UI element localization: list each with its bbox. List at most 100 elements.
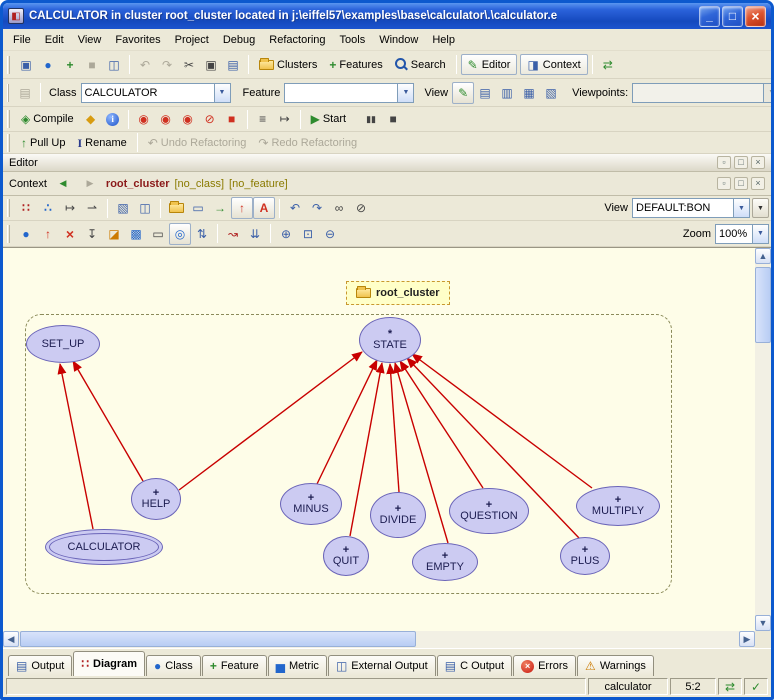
cut-button[interactable]: ✂ [178, 54, 200, 76]
zoom-input[interactable] [716, 225, 752, 243]
export-diagram-button[interactable]: ◫ [134, 197, 156, 219]
diagram-view-dropdown-icon[interactable]: ▼ [733, 199, 749, 217]
close-panel-button[interactable]: × [751, 156, 765, 169]
diagram-node-state[interactable]: * STATE [359, 317, 421, 363]
goto-breakpoint-button[interactable]: ↦ [274, 108, 296, 130]
menu-project[interactable]: Project [168, 31, 216, 49]
feature-combobox[interactable]: ▼ [284, 83, 414, 103]
view-editor-button[interactable]: ✎ [452, 82, 474, 104]
menu-refactoring[interactable]: Refactoring [262, 31, 332, 49]
window-pane-button[interactable]: ▭ [187, 197, 209, 219]
compile-button[interactable]: ◈ Compile [15, 108, 80, 130]
menu-file[interactable]: File [6, 31, 38, 49]
view-clickable-button[interactable]: ▧ [540, 82, 562, 104]
pause-button[interactable]: ▮▮ [360, 108, 382, 130]
clusters-button[interactable]: Clusters [253, 54, 323, 76]
paste-button[interactable]: ▤ [222, 54, 244, 76]
menu-tools[interactable]: Tools [333, 31, 373, 49]
vertical-scroll-thumb[interactable] [755, 267, 771, 343]
context-float-button[interactable]: ▫ [717, 177, 731, 190]
redo-button[interactable]: ↷ [156, 54, 178, 76]
tab-feature[interactable]: + Feature [202, 655, 267, 676]
diagram-view-combobox[interactable]: ▼ [632, 198, 750, 218]
history-button[interactable]: ⇊ [244, 223, 266, 245]
tab-output[interactable]: ▤ Output [8, 655, 72, 676]
menu-debug[interactable]: Debug [216, 31, 262, 49]
features-button[interactable]: + Features [323, 54, 388, 76]
class-browse-button[interactable]: ● [15, 223, 37, 245]
vertical-scrollbar[interactable]: ▲ ▼ [755, 248, 771, 631]
inheritance-view-button[interactable]: ↑ [231, 197, 253, 219]
diagram-node-plus[interactable]: + PLUS [560, 537, 610, 575]
open-file-button[interactable]: ● [37, 54, 59, 76]
unlink-button[interactable]: ⊘ [350, 197, 372, 219]
maximize-button[interactable]: □ [722, 6, 743, 27]
tab-diagram[interactable]: ∷ Diagram [73, 651, 145, 676]
zoom-out-button[interactable]: ⊖ [319, 223, 341, 245]
horizontal-scrollbar[interactable]: ◀ ▶ [3, 631, 771, 648]
copy-button[interactable]: ▣ [200, 54, 222, 76]
view-interface-button[interactable]: ▦ [518, 82, 540, 104]
diagram-node-help[interactable]: + HELP [131, 478, 181, 520]
labels-toggle-button[interactable]: A [253, 197, 275, 219]
tab-warnings[interactable]: ⚠ Warnings [577, 655, 654, 676]
eraser-button[interactable]: ◪ [103, 223, 125, 245]
horizontal-scroll-track[interactable] [19, 631, 739, 648]
diagram-node-quit[interactable]: + QUIT [323, 536, 369, 576]
send-to-button[interactable]: ▤ [14, 82, 36, 104]
export-picture-button[interactable]: ▧ [112, 197, 134, 219]
view-contract-button[interactable]: ▥ [496, 82, 518, 104]
freeze-button[interactable]: ◆ [80, 108, 102, 130]
add-item-button[interactable]: + [59, 54, 81, 76]
debug-step-button[interactable]: ◉ [155, 108, 177, 130]
project-info-button[interactable]: i [102, 108, 124, 130]
tab-class[interactable]: ● Class [146, 655, 201, 676]
new-class-tool-button[interactable]: ∷ [15, 197, 37, 219]
diagram-node-divide[interactable]: + DIVIDE [370, 492, 426, 538]
redo-refactoring-button[interactable]: ↷ Redo Refactoring [252, 132, 363, 154]
start-button[interactable]: ▶ Start [305, 108, 352, 130]
horizontal-scroll-thumb[interactable] [20, 631, 416, 647]
view-flat-button[interactable]: ▤ [474, 82, 496, 104]
zoom-in-button[interactable]: ⊕ [275, 223, 297, 245]
layers-button[interactable]: ▩ [125, 223, 147, 245]
view-menu-button[interactable]: ▼ [752, 198, 769, 218]
class-combobox[interactable]: ▼ [81, 83, 231, 103]
context-toggle-button[interactable]: ◨ Context [520, 54, 587, 75]
stop-process-button[interactable]: ■ [81, 54, 103, 76]
diagram-canvas[interactable]: root_cluster SET_UP * STATE + HELP CALCU… [3, 248, 755, 631]
tab-external-output[interactable]: ◫ External Output [328, 655, 436, 676]
menu-window[interactable]: Window [372, 31, 425, 49]
anchor-button[interactable]: ↧ [81, 223, 103, 245]
diagram-node-empty[interactable]: + EMPTY [412, 543, 478, 581]
class-combo-input[interactable] [82, 84, 214, 102]
feature-combo-dropdown-icon[interactable]: ▼ [397, 84, 413, 102]
close-button[interactable]: × [745, 6, 766, 27]
zoom-dropdown-icon[interactable]: ▼ [752, 225, 768, 243]
go-to-target-button[interactable]: → [209, 197, 231, 219]
save-button[interactable]: ◫ [103, 54, 125, 76]
context-forward-button[interactable]: ▶ [79, 173, 101, 195]
context-maximize-button[interactable]: □ [734, 177, 748, 190]
menu-favorites[interactable]: Favorites [108, 31, 167, 49]
undo-button[interactable]: ↶ [134, 54, 156, 76]
tab-c-output[interactable]: ▤ C Output [437, 655, 512, 676]
debug-run-button[interactable]: ◉ [133, 108, 155, 130]
minimize-button[interactable]: _ [699, 6, 720, 27]
ignore-breakpoints-button[interactable]: ⊘ [199, 108, 221, 130]
menu-view[interactable]: View [71, 31, 109, 49]
diagram-node-question[interactable]: + QUESTION [449, 488, 529, 534]
new-cluster-tool-button[interactable]: ∴ [37, 197, 59, 219]
diagram-node-set-up[interactable]: SET_UP [26, 325, 100, 363]
feature-combo-input[interactable] [285, 84, 397, 102]
client-link-tool-button[interactable]: ⇀ [81, 197, 103, 219]
diagram-node-minus[interactable]: + MINUS [280, 483, 342, 525]
zoom-combobox[interactable]: ▼ [715, 224, 769, 244]
context-close-button[interactable]: × [751, 177, 765, 190]
context-back-button[interactable]: ◀ [52, 173, 74, 195]
scroll-left-button[interactable]: ◀ [3, 631, 19, 647]
menu-edit[interactable]: Edit [38, 31, 71, 49]
cluster-label[interactable]: root_cluster [346, 281, 450, 305]
vertical-scroll-track[interactable] [755, 264, 771, 615]
reroute-button[interactable]: ↝ [222, 223, 244, 245]
